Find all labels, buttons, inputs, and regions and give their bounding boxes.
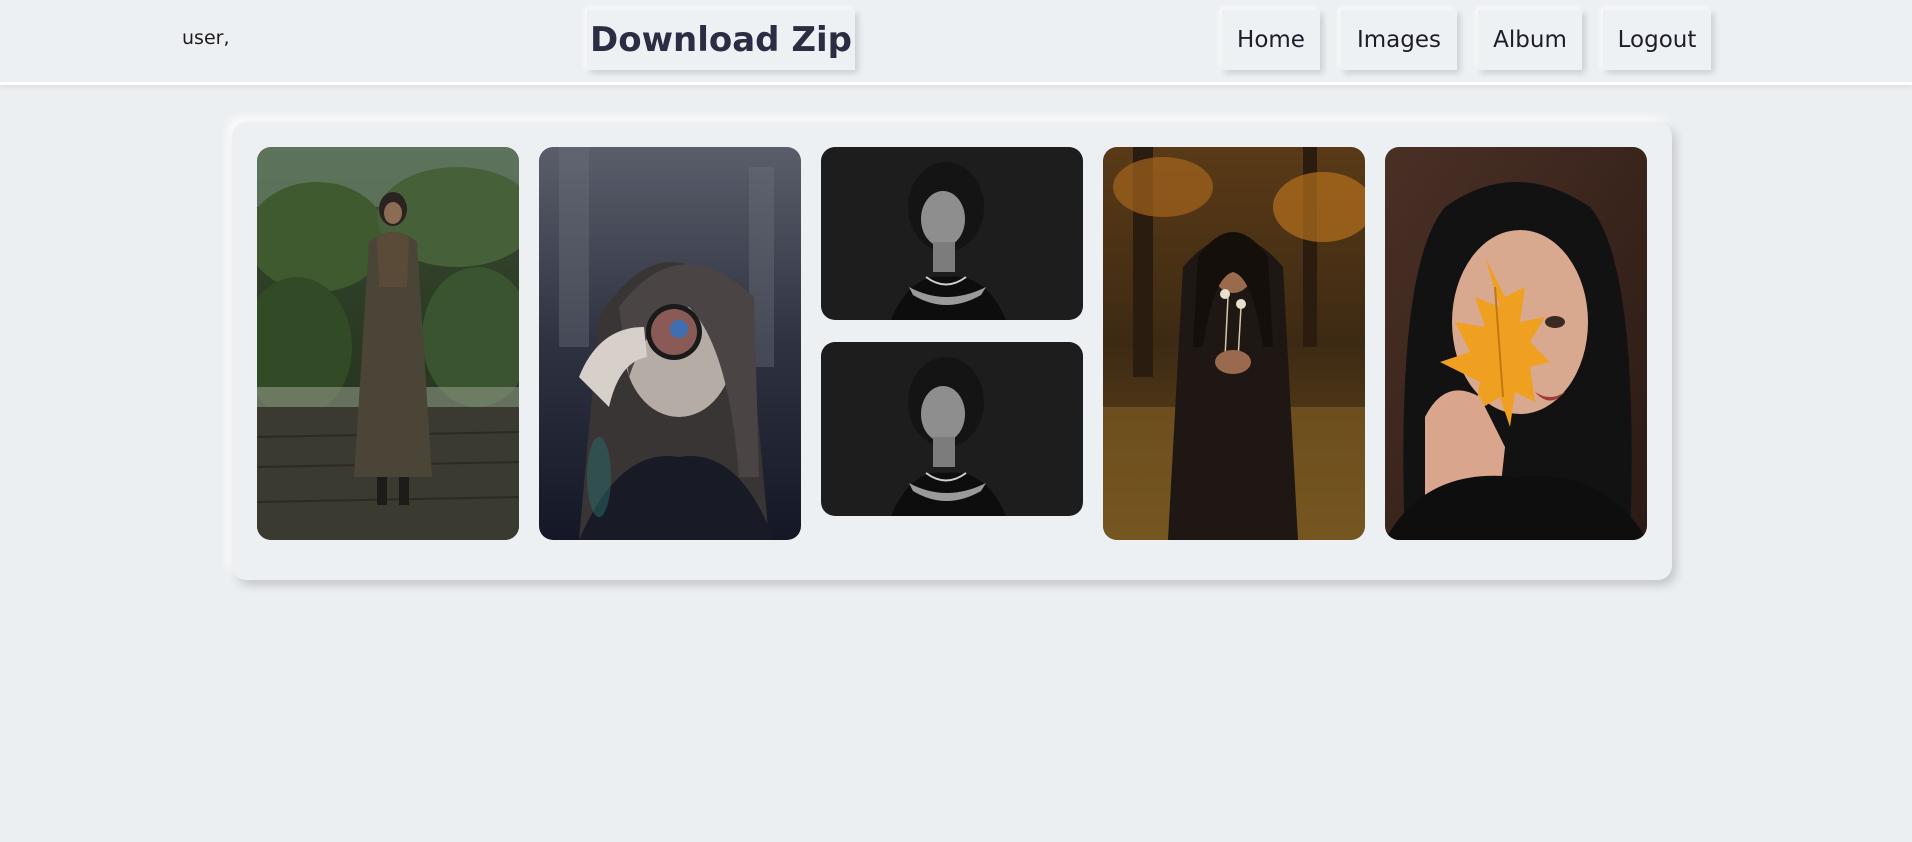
woman-lens-filter-photo[interactable] — [539, 147, 801, 540]
username-label: user, — [182, 27, 230, 49]
nav-images-button[interactable]: Images — [1341, 10, 1457, 70]
nav-home-button[interactable]: Home — [1222, 10, 1320, 70]
download-zip-button[interactable]: Download Zip — [587, 10, 855, 70]
woman-hijab-garden-photo[interactable] — [257, 147, 519, 540]
woman-dark-portrait-photo-2[interactable] — [821, 342, 1083, 516]
nav-logout-button[interactable]: Logout — [1603, 10, 1711, 70]
image-gallery — [232, 122, 1672, 580]
top-bar: user, Download Zip Home Images Album Log… — [0, 0, 1912, 85]
woman-dark-portrait-photo-1[interactable] — [821, 147, 1083, 320]
woman-autumn-leaf-photo[interactable] — [1385, 147, 1647, 540]
woman-dandelion-forest-photo[interactable] — [1103, 147, 1365, 540]
nav-album-button[interactable]: Album — [1478, 10, 1582, 70]
